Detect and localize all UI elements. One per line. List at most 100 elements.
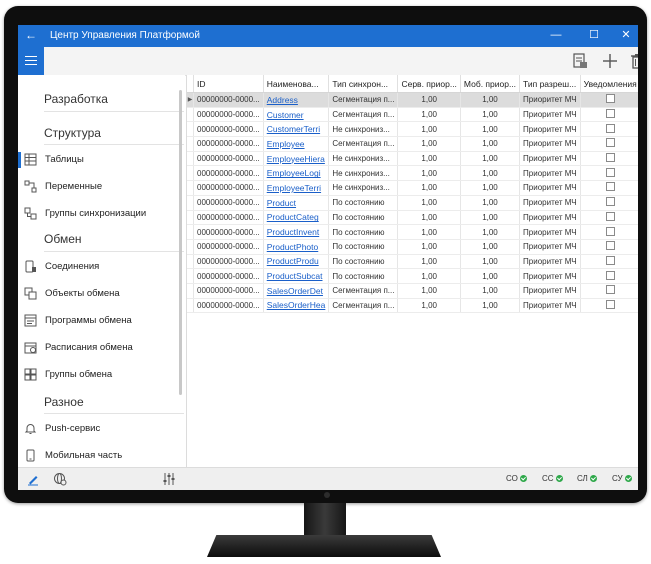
cell-resolution-type: Приоритет МЧ <box>519 268 581 284</box>
column-header-name[interactable]: Наименова... <box>263 75 330 93</box>
brush-icon[interactable] <box>26 472 40 486</box>
table-row[interactable]: 00000000-0000... SalesOrderDet Сегментация… <box>187 283 638 299</box>
notification-checkbox[interactable] <box>605 167 615 177</box>
table-row[interactable]: 00000000-0000... Employee Сегментация п...… <box>187 136 638 152</box>
section-exchange[interactable]: Обмен <box>44 232 82 246</box>
notification-checkbox[interactable] <box>605 255 615 265</box>
notification-checkbox[interactable] <box>605 109 615 119</box>
maximize-icon[interactable]: ☐ <box>587 28 601 42</box>
section-development[interactable]: Разработка <box>44 92 108 106</box>
toolbar <box>44 47 638 76</box>
cell-name-link[interactable]: Address <box>263 92 330 108</box>
cell-name-link[interactable]: ProductCateg <box>263 210 330 226</box>
cell-resolution-type: Приоритет МЧ <box>519 180 581 196</box>
notification-checkbox[interactable] <box>605 226 615 236</box>
table-row[interactable]: 00000000-0000... EmployeeTerri Не синхрони… <box>187 180 638 196</box>
notification-checkbox[interactable] <box>605 94 615 104</box>
cell-server-priority: 1,00 <box>397 298 461 314</box>
notification-checkbox[interactable] <box>605 285 615 295</box>
sidebar-item-connections[interactable]: Соединения <box>18 256 178 278</box>
column-header-sync-type[interactable]: Тип синхрон... <box>328 75 399 93</box>
sidebar-scrollbar[interactable] <box>179 90 182 395</box>
cell-name-link[interactable]: ProductPhoto <box>263 239 330 255</box>
table-row[interactable]: 00000000-0000... ProductInvent По состояни… <box>187 224 638 240</box>
notification-checkbox[interactable] <box>605 270 615 280</box>
power-led <box>324 492 330 498</box>
sidebar-item-exchange-schedule[interactable]: Расписания обмена <box>18 337 178 359</box>
globe-settings-icon[interactable] <box>53 472 67 486</box>
table-row[interactable]: 00000000-0000... ProductPhoto По состоянию… <box>187 239 638 255</box>
sidebar-item-label: Группы синхронизации <box>45 208 147 219</box>
sliders-icon[interactable] <box>162 472 176 486</box>
cell-mobile-priority: 1,00 <box>460 268 521 284</box>
cell-name-link[interactable]: ProductProdu <box>263 254 330 270</box>
cell-name-link[interactable]: SalesOrderHea <box>263 298 330 314</box>
sidebar-item-label: Переменные <box>45 181 103 192</box>
cell-mobile-priority: 1,00 <box>460 151 521 167</box>
table-row[interactable]: 00000000-0000... Customer Сегментация п...… <box>187 107 638 123</box>
exchange-programs-icon <box>24 314 37 327</box>
table-row[interactable]: 00000000-0000... EmployeeHiera Не синхрони… <box>187 151 638 167</box>
table-row[interactable]: ▶ 00000000-0000... Address Сегментация п...… <box>187 92 638 108</box>
column-header-mobile-priority[interactable]: Моб. приор... <box>460 75 521 93</box>
ok-check-icon <box>555 475 563 482</box>
cell-notifications <box>580 268 638 284</box>
report-icon[interactable] <box>571 52 589 70</box>
cell-server-priority: 1,00 <box>397 283 461 299</box>
sidebar-item-exchange-programs[interactable]: Программы обмена <box>18 310 178 332</box>
table-row[interactable]: 00000000-0000... ProductProdu По состоянию… <box>187 254 638 270</box>
cell-resolution-type: Приоритет МЧ <box>519 254 581 270</box>
cell-name-link[interactable]: ProductSubcat <box>263 268 330 284</box>
column-header-resolution-type[interactable]: Тип разреш... <box>519 75 581 93</box>
sidebar-item-exchange-objects[interactable]: Объекты обмена <box>18 283 178 305</box>
cell-name-link[interactable]: Product <box>263 195 330 211</box>
section-structure[interactable]: Структура <box>44 126 101 140</box>
cell-name-link[interactable]: EmployeeLogi <box>263 165 330 182</box>
column-header-notifications[interactable]: Уведомления <box>580 75 638 93</box>
notification-checkbox[interactable] <box>605 197 615 207</box>
notification-checkbox[interactable] <box>605 241 615 251</box>
cell-name-link[interactable]: Employee <box>263 136 330 152</box>
cell-name-link[interactable]: CustomerTerri <box>263 121 330 138</box>
notification-checkbox[interactable] <box>605 211 615 221</box>
cell-server-priority: 1,00 <box>397 254 461 270</box>
cell-name-link[interactable]: ProductInvent <box>263 224 330 240</box>
sidebar-item-mobile-part[interactable]: Мобильная часть <box>18 445 178 467</box>
table-row[interactable]: 00000000-0000... Product По состоянию 1,00 1… <box>187 195 638 211</box>
hamburger-menu-icon[interactable] <box>18 47 44 75</box>
table-row[interactable]: 00000000-0000... CustomerTerri Не синхрони… <box>187 121 638 138</box>
add-icon[interactable] <box>601 52 619 70</box>
notification-checkbox[interactable] <box>605 123 615 133</box>
sidebar-item-tables[interactable]: Таблицы <box>18 149 178 171</box>
table-row[interactable]: 00000000-0000... ProductCateg По состоянию… <box>187 210 638 226</box>
cell-id: 00000000-0000... <box>193 268 264 284</box>
cell-server-priority: 1,00 <box>397 268 461 284</box>
column-header-server-priority[interactable]: Серв. приор... <box>397 75 461 93</box>
table-row[interactable]: 00000000-0000... ProductSubcat По состояни… <box>187 268 638 284</box>
table-row[interactable]: 00000000-0000... SalesOrderHea Сегментация… <box>187 298 638 314</box>
sidebar-item-variables[interactable]: Переменные <box>18 176 178 198</box>
notification-checkbox[interactable] <box>605 182 615 192</box>
sidebar-item-exchange-groups[interactable]: Группы обмена <box>18 364 178 386</box>
cell-notifications <box>580 254 638 270</box>
section-misc[interactable]: Разное <box>44 395 84 409</box>
cell-notifications <box>580 165 638 182</box>
cell-name-link[interactable]: EmployeeHiera <box>263 151 330 167</box>
notification-checkbox[interactable] <box>605 153 615 163</box>
cell-id: 00000000-0000... <box>193 121 264 138</box>
minimize-icon[interactable]: — <box>549 28 563 42</box>
sidebar-item-label: Группы обмена <box>45 369 113 380</box>
back-arrow-icon[interactable]: ← <box>24 28 38 42</box>
cell-resolution-type: Приоритет МЧ <box>519 210 581 226</box>
close-icon[interactable]: ✕ <box>619 28 633 42</box>
sidebar-item-sync-groups[interactable]: Группы синхронизации <box>18 203 178 225</box>
column-header-id[interactable]: ID <box>193 75 264 93</box>
table-row[interactable]: 00000000-0000... EmployeeLogi Не синхрониз… <box>187 165 638 182</box>
cell-name-link[interactable]: SalesOrderDet <box>263 283 330 299</box>
sidebar-item-push-service[interactable]: Push-сервис <box>18 418 178 440</box>
delete-icon[interactable] <box>628 52 638 70</box>
cell-name-link[interactable]: Customer <box>263 107 330 123</box>
notification-checkbox[interactable] <box>605 138 615 148</box>
notification-checkbox[interactable] <box>605 299 615 309</box>
cell-name-link[interactable]: EmployeeTerri <box>263 180 330 196</box>
